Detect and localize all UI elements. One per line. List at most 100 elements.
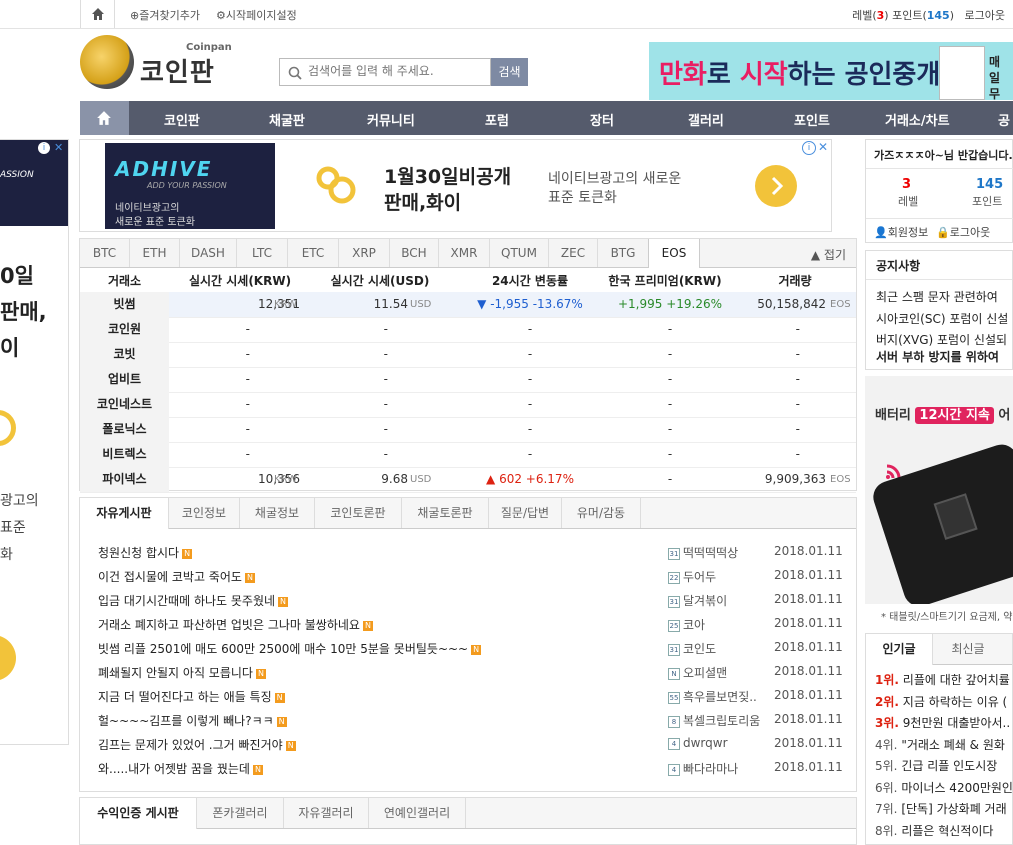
exchange-name[interactable]: 폴로닉스 xyxy=(80,417,169,442)
post-row[interactable]: 거래소 폐지하고 파산하면 업빗은 그나마 불쌍하네요 N 25 코아 2018.01.… xyxy=(98,616,848,640)
tab-etc[interactable]: ETC xyxy=(288,239,339,267)
exchange-name[interactable]: 빗썸 xyxy=(80,292,169,317)
post-title[interactable]: 빗썸 리플 2501에 매도 600만 2500에 매수 10만 5분을 못버틸… xyxy=(98,640,482,657)
post-row[interactable]: 빗썸 리플 2501에 매도 600만 2500에 매수 10만 5분을 못버틸… xyxy=(98,640,848,664)
post-row[interactable]: 이건 접시물에 코박고 죽어도 N 22 두어두 2018.01.11 xyxy=(98,568,848,592)
nav-home-button[interactable] xyxy=(80,101,129,135)
nav-extra[interactable]: 공 xyxy=(998,110,1010,129)
post-title[interactable]: 거래소 폐지하고 파산하면 업빗은 그나마 불쌍하네요 N xyxy=(98,616,373,633)
tab-popular[interactable]: 인기글 xyxy=(866,634,933,665)
post-title[interactable]: 청원신청 합시다 N xyxy=(98,544,193,561)
tab-coin-debate[interactable]: 코인토론판 xyxy=(315,498,402,528)
exchange-name[interactable]: 업비트 xyxy=(80,367,169,392)
exchange-name[interactable]: 코빗 xyxy=(80,342,169,367)
tab-mining-debate[interactable]: 채굴토론판 xyxy=(402,498,489,528)
tab-humor[interactable]: 유머/감동 xyxy=(562,498,641,528)
post-author[interactable]: 31 떡떡떡떡상 xyxy=(668,544,738,561)
popular-item[interactable]: 2위. 지금 하락하는 이유 ( xyxy=(875,693,1007,710)
notice-item[interactable]: 시아코인(SC) 포럼이 신설 xyxy=(876,310,1008,327)
notice-item[interactable]: 최근 스팸 문자 관련하여 xyxy=(876,288,998,305)
tab-bch[interactable]: BCH xyxy=(390,239,439,267)
tab-eth[interactable]: ETH xyxy=(130,239,180,267)
left-side-ad[interactable]: ASSION i ✕ 0일 판매, 이 광고의 표준 화 xyxy=(0,139,69,745)
tab-profit-board[interactable]: 수익인증 게시판 xyxy=(80,798,197,829)
popular-item[interactable]: 3위. 9천만원 대출받아서.. xyxy=(875,714,1010,731)
search-box[interactable] xyxy=(279,58,491,86)
popular-item[interactable]: 5위. 긴급 리플 인도시장 xyxy=(875,757,997,774)
ad-close-icon[interactable]: ✕ xyxy=(818,140,828,154)
member-info-link[interactable]: 👤회원정보 xyxy=(874,224,928,240)
post-row[interactable]: 지금 더 떨어진다고 하는 애들 특징 N 55 흑우를보면짖.. 2018.01.11 xyxy=(98,688,848,712)
collapse-button[interactable]: ▲ 접기 xyxy=(811,246,846,263)
nav-coinpan[interactable]: 코인판 xyxy=(164,110,200,129)
post-author[interactable]: 31 코인도 xyxy=(668,640,716,657)
exchange-name[interactable]: 코인원 xyxy=(80,317,169,342)
post-row[interactable]: 와.....내가 어젯밤 꿈을 꿨는데 N 4 빠다라마나 2018.01.11 xyxy=(98,760,848,784)
search-input[interactable] xyxy=(306,63,490,79)
notice-item[interactable]: 버지(XVG) 포럼이 신설되 xyxy=(876,331,1007,348)
home-button[interactable] xyxy=(80,0,115,28)
post-title[interactable]: 입금 대기시간때메 하나도 못주웠네 N xyxy=(98,592,289,609)
post-author[interactable]: N 오피셜맨 xyxy=(668,664,727,681)
nav-exchange-chart[interactable]: 거래소/차트 xyxy=(885,110,950,129)
add-favorite-link[interactable]: ⊕즐겨찾기추가 xyxy=(130,7,200,23)
adhive-banner[interactable]: ADHIVE ADD YOUR PASSION 네이티브광고의 새로운 표준 토… xyxy=(79,139,832,232)
post-author[interactable]: 4 dwrqwr xyxy=(668,736,728,750)
tab-qtum[interactable]: QTUM xyxy=(490,239,549,267)
exchange-name[interactable]: 비트렉스 xyxy=(80,442,169,467)
tab-ltc[interactable]: LTC xyxy=(237,239,288,267)
exchange-name[interactable]: 파이넥스 xyxy=(80,467,169,492)
top-ad-banner[interactable]: 만화로 시작하는 공인중개사 매일 무시 xyxy=(649,42,1013,100)
left-ad-arrow-button[interactable] xyxy=(0,635,16,681)
tab-mining-info[interactable]: 채굴정보 xyxy=(240,498,315,528)
post-title[interactable]: 지금 더 떨어진다고 하는 애들 특징 N xyxy=(98,688,285,705)
ad-info-icon[interactable]: i xyxy=(802,141,816,155)
nav-market[interactable]: 장터 xyxy=(590,110,614,129)
post-title[interactable]: 폐쇄될지 안될지 아직 모릅니다 N xyxy=(98,664,266,681)
post-title[interactable]: 와.....내가 어젯밤 꿈을 꿨는데 N xyxy=(98,760,263,777)
search-button[interactable]: 검색 xyxy=(491,58,528,86)
post-title[interactable]: 김프는 문제가 있었어 .그거 빠진거야 N xyxy=(98,736,296,753)
ad-close-icon[interactable]: ✕ xyxy=(54,141,63,154)
post-author[interactable]: 4 빠다라마나 xyxy=(668,760,738,777)
tab-phone-gallery[interactable]: 폰카갤러리 xyxy=(197,798,284,828)
tab-celeb-gallery[interactable]: 연예인갤러리 xyxy=(369,798,466,828)
notice-item[interactable]: 서버 부하 방지를 위하여 xyxy=(876,348,999,365)
logo-text[interactable]: 코인판 xyxy=(140,52,215,89)
ad-info-icon[interactable]: i xyxy=(38,142,50,154)
post-author[interactable]: 31 달겨볶이 xyxy=(668,592,727,609)
right-side-ad[interactable]: 배터리 12시간 지속 어 * 태블릿/스마트기기 요금제, 약 xyxy=(865,376,1013,628)
post-row[interactable]: 입금 대기시간때메 하나도 못주웠네 N 31 달겨볶이 2018.01.11 xyxy=(98,592,848,616)
nav-mining[interactable]: 채굴판 xyxy=(269,110,305,129)
tab-dash[interactable]: DASH xyxy=(180,239,237,267)
popular-item[interactable]: 7위. [단독] 가상화폐 거래 xyxy=(875,800,1007,817)
post-author[interactable]: 22 두어두 xyxy=(668,568,716,585)
tab-free-board[interactable]: 자유게시판 xyxy=(80,498,169,529)
tab-xmr[interactable]: XMR xyxy=(439,239,490,267)
post-author[interactable]: 8 복셀크립토리움 xyxy=(668,712,760,729)
tab-coin-info[interactable]: 코인정보 xyxy=(169,498,240,528)
post-title[interactable]: 헐~~~~김프를 이렇게 빼나?ㅋㅋ N xyxy=(98,712,287,729)
post-row[interactable]: 폐쇄될지 안될지 아직 모릅니다 N N 오피셜맨 2018.01.11 xyxy=(98,664,848,688)
popular-item[interactable]: 4위. "거래소 폐쇄 & 원화 xyxy=(875,736,1005,753)
logo-icon[interactable] xyxy=(80,35,134,89)
post-row[interactable]: 헐~~~~김프를 이렇게 빼나?ㅋㅋ N 8 복셀크립토리움 2018.01.11 xyxy=(98,712,848,736)
logout-link[interactable]: 로그아웃 xyxy=(965,9,1005,22)
popular-item[interactable]: 1위. 리플에 대한 갚어치률 xyxy=(875,671,1010,688)
nav-community[interactable]: 커뮤니티 xyxy=(367,110,415,129)
tab-xrp[interactable]: XRP xyxy=(339,239,390,267)
tab-btg[interactable]: BTG xyxy=(598,239,649,267)
post-author[interactable]: 25 코아 xyxy=(668,616,705,633)
tab-free-gallery[interactable]: 자유갤러리 xyxy=(284,798,369,828)
banner-arrow-button[interactable] xyxy=(755,165,797,207)
tab-eos[interactable]: EOS xyxy=(648,239,700,268)
tab-zec[interactable]: ZEC xyxy=(549,239,598,267)
tab-btc[interactable]: BTC xyxy=(80,239,130,267)
nav-point[interactable]: 포인트 xyxy=(794,110,830,129)
tab-qna[interactable]: 질문/답변 xyxy=(489,498,562,528)
popular-item[interactable]: 8위. 리플은 혁신적이다 xyxy=(875,822,993,839)
popular-item[interactable]: 6위. 마이너스 4200만원인 xyxy=(875,779,1012,796)
post-author[interactable]: 55 흑우를보면짖.. xyxy=(668,688,757,705)
post-title[interactable]: 이건 접시물에 코박고 죽어도 N xyxy=(98,568,255,585)
nav-gallery[interactable]: 갤러리 xyxy=(688,110,724,129)
